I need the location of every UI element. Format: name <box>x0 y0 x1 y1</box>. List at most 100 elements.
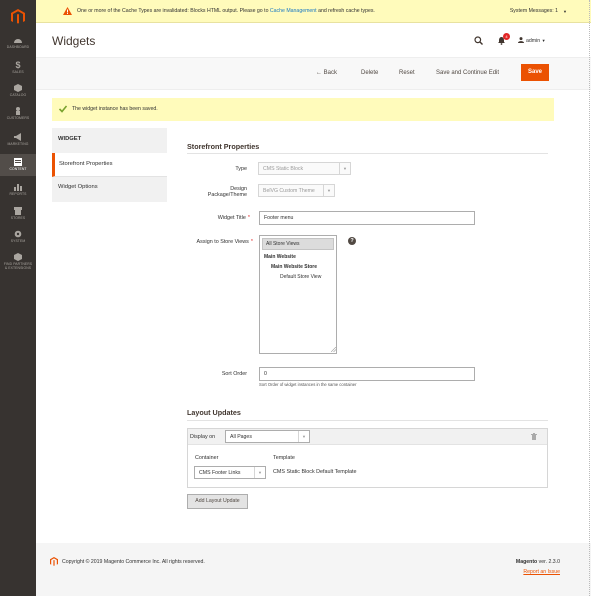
copyright-text: Copyright © 2019 Magento Commerce Inc. A… <box>62 559 205 565</box>
nav-sales[interactable]: $ SALES <box>0 61 36 81</box>
report-issue-link[interactable]: Report an Issue <box>523 569 560 575</box>
widget-title-input[interactable]: Footer menu <box>259 211 475 225</box>
brand-name: Magento <box>515 559 538 565</box>
success-message: The widget instance has been saved. <box>52 98 554 121</box>
back-button[interactable]: ← Back <box>316 70 337 76</box>
store-views-multiselect[interactable]: All Store Views Main Website Main Websit… <box>259 235 337 354</box>
trash-icon[interactable] <box>531 433 537 440</box>
widget-tabs-heading: WIDGET <box>52 128 167 153</box>
person-icon <box>16 107 20 115</box>
dollar-icon: $ <box>15 60 21 70</box>
chevron-down-icon: ▼ <box>298 431 309 442</box>
cube-icon <box>14 84 22 92</box>
container-value: CMS Footer Links <box>199 470 241 476</box>
store-views-label-text: Assign to Store Views <box>196 239 249 245</box>
nav-label: SALES <box>12 70 24 74</box>
store-option-store[interactable]: Main Website Store <box>260 262 336 272</box>
page-footer <box>36 543 591 596</box>
widget-title-label: Widget Title * <box>180 215 250 221</box>
delete-button[interactable]: Delete <box>361 70 378 76</box>
save-continue-button[interactable]: Save and Continue Edit <box>436 70 499 76</box>
nav-label-2: & EXTENSIONS <box>4 266 32 270</box>
admin-sidebar: DASHBOARD $ SALES CATALOG CUSTOMERS MARK… <box>0 0 36 596</box>
nav-label: CATALOG <box>9 93 27 97</box>
nav-system[interactable]: SYSTEM <box>0 230 36 250</box>
message-text: One or more of the Cache Types are inval… <box>77 8 270 14</box>
theme-select: BelVG Custom Theme ▼ <box>258 184 335 197</box>
chevron-down-icon: ▼ <box>323 185 334 196</box>
store-option-view[interactable]: Default Store View <box>260 272 336 282</box>
chevron-down-icon: ▼ <box>339 163 350 174</box>
theme-label: Design Package/Theme <box>177 186 247 198</box>
checkmark-icon <box>59 105 67 113</box>
store-option-website[interactable]: Main Website <box>260 252 336 262</box>
type-select: CMS Static Block ▼ <box>258 162 351 175</box>
system-message-bar: One or more of the Cache Types are inval… <box>36 0 591 23</box>
display-on-label: Display on <box>190 434 216 440</box>
nav-label: MARKETING <box>7 142 29 146</box>
layout-updates-title: Layout Updates <box>187 408 241 417</box>
store-option-all[interactable]: All Store Views <box>262 238 334 250</box>
page-edge <box>589 0 590 596</box>
box-icon <box>14 253 22 261</box>
nav-customers[interactable]: CUSTOMERS <box>0 107 36 127</box>
page-actions-bar <box>36 57 591 90</box>
type-label: Type <box>235 166 247 172</box>
template-label: Template <box>273 455 295 461</box>
nav-stores[interactable]: STORES <box>0 207 36 227</box>
section-divider <box>187 153 548 154</box>
theme-label-line2: Package/Theme <box>207 192 247 198</box>
sort-order-label: Sort Order <box>221 371 247 377</box>
user-name: admin <box>526 38 541 44</box>
storefront-section-title: Storefront Properties <box>187 142 260 151</box>
chevron-down-icon: ▼ <box>541 38 546 43</box>
reset-button[interactable]: Reset <box>399 70 415 76</box>
store-views-label: Assign to Store Views * <box>180 239 253 245</box>
sort-order-input[interactable]: 0 <box>259 367 475 381</box>
required-marker: * <box>250 239 253 245</box>
nav-catalog[interactable]: CATALOG <box>0 84 36 104</box>
help-icon[interactable]: ? <box>348 237 356 245</box>
cache-management-link[interactable]: Cache Management <box>270 8 317 14</box>
success-text: The widget instance has been saved. <box>72 106 158 112</box>
add-layout-update-button[interactable]: Add Layout Update <box>187 494 248 509</box>
magento-logo-icon <box>50 557 58 566</box>
page-title: Widgets <box>52 34 96 48</box>
display-on-value: All Pages <box>230 434 252 440</box>
nav-reports[interactable]: REPORTS <box>0 183 36 203</box>
section-divider <box>187 420 548 421</box>
magento-logo[interactable] <box>6 5 30 29</box>
nav-dashboard[interactable]: DASHBOARD <box>0 36 36 56</box>
content-icon <box>14 158 22 166</box>
tab-storefront-properties[interactable]: Storefront Properties <box>52 153 167 177</box>
nav-content[interactable]: CONTENT <box>0 154 36 176</box>
resize-handle-icon[interactable] <box>331 347 336 352</box>
nav-partners[interactable]: FIND PARTNERS & EXTENSIONS <box>0 253 36 277</box>
search-icon[interactable] <box>474 36 483 45</box>
system-message-text: One or more of the Cache Types are inval… <box>77 8 375 14</box>
display-on-select[interactable]: All Pages ▼ <box>225 430 310 443</box>
bar-chart-icon <box>14 184 22 191</box>
tab-widget-options[interactable]: Widget Options <box>52 177 167 202</box>
gear-icon <box>14 230 22 238</box>
user-menu[interactable]: admin ▼ <box>518 37 546 44</box>
container-select[interactable]: CMS Footer Links ▼ <box>194 466 266 479</box>
version-number: ver. 2.3.0 <box>537 559 560 565</box>
dashboard-icon <box>14 39 22 43</box>
container-label: Container <box>195 455 219 461</box>
megaphone-icon <box>14 133 21 141</box>
chevron-down-icon[interactable]: ▼ <box>563 9 567 14</box>
nav-label: STORES <box>10 216 26 220</box>
template-value: CMS Static Block Default Template <box>273 469 357 475</box>
type-value: CMS Static Block <box>263 166 304 172</box>
system-messages-toggle[interactable]: System Messages: 1 <box>510 8 558 14</box>
version-text: Magento ver. 2.3.0 <box>516 559 560 565</box>
chevron-down-icon: ▼ <box>254 467 265 478</box>
user-icon <box>518 37 524 43</box>
widget-title-label-text: Widget Title <box>217 215 246 221</box>
message-text: and refresh cache types. <box>316 8 375 14</box>
store-icon <box>14 207 22 215</box>
save-button[interactable]: Save <box>521 64 549 81</box>
nav-label: REPORTS <box>9 192 27 196</box>
nav-marketing[interactable]: MARKETING <box>0 133 36 153</box>
